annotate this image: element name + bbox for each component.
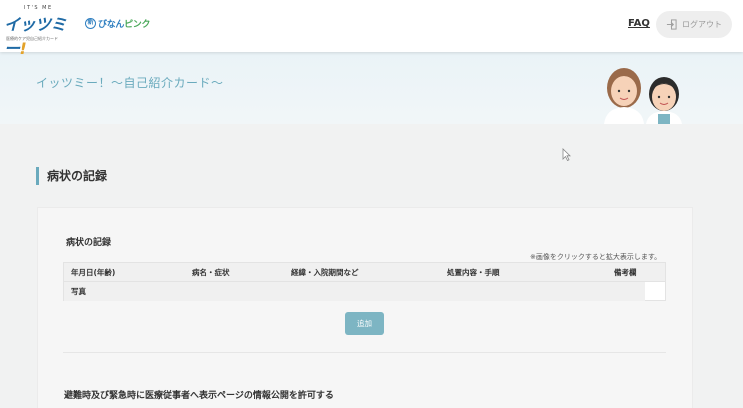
site-logo[interactable]: IT'S ME イッツミー! 医療的ケア児自己紹介カード (4, 5, 82, 58)
partner-name: びなんピンク (98, 17, 151, 30)
photo-label: 写真 (71, 287, 86, 296)
add-button[interactable]: 追加 (345, 312, 384, 335)
medical-record-table: 年月日(年齢) 病名・症状 経緯・入院期間など 処置内容・手順 備考欄 写真 (63, 262, 666, 301)
partner-name-green: ピンク (124, 20, 151, 30)
logo-wordmark: イッツミー! (4, 11, 82, 59)
section-title: 病状の記録 (36, 167, 107, 185)
page-banner: イッツミー！～自己紹介カード～ (0, 52, 743, 124)
faq-link[interactable]: FAQ (628, 18, 650, 29)
section-divider (63, 352, 666, 353)
column-header-date: 年月日(年齢) (71, 268, 116, 277)
partner-name-blue: びなん (98, 20, 125, 30)
column-header-remarks: 備考欄 (614, 268, 637, 277)
medical-record-card (37, 207, 693, 408)
partner-badge: 新 (85, 18, 96, 29)
site-header: IT'S ME イッツミー! 医療的ケア児自己紹介カード 新 びなんピンク FA… (0, 0, 743, 58)
logo-subtitle: 医療的ケア児自己紹介カード (6, 36, 58, 41)
table-photo-row: 写真 (64, 282, 645, 301)
page-title: イッツミー！～自己紹介カード～ (36, 76, 224, 90)
permit-disclosure-label: 避難時及び緊急時に医療従事者へ表示ページの情報公開を許可する (64, 391, 334, 401)
column-header-disease: 病名・症状 (192, 268, 230, 277)
partner-logo: 新 びなんピンク (85, 17, 151, 30)
image-enlarge-note: ※画像をクリックすると拡大表示します。 (530, 253, 662, 261)
mouse-cursor-icon (562, 148, 571, 161)
family-illustration (604, 68, 682, 124)
column-header-history: 経緯・入院期間など (291, 268, 359, 277)
column-header-treatment: 処置内容・手順 (447, 268, 500, 277)
card-title: 病状の記録 (66, 238, 112, 248)
logout-button[interactable]: ログアウト (656, 11, 732, 38)
logout-icon (666, 19, 677, 30)
logout-label: ログアウト (682, 20, 722, 29)
table-header-row: 年月日(年齢) 病名・症状 経緯・入院期間など 処置内容・手順 備考欄 (64, 263, 665, 282)
